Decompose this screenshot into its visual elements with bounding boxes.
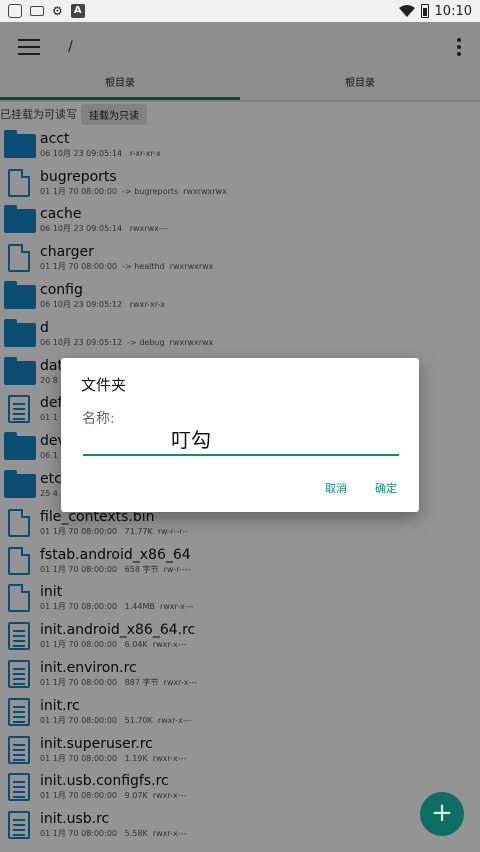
cancel-button[interactable]: 取消: [325, 480, 347, 496]
status-time: 10:10: [434, 3, 472, 19]
app-icon: ⚙: [52, 4, 63, 18]
square-icon: [8, 4, 22, 18]
wifi-icon: [398, 5, 415, 17]
add-fab-button[interactable]: +: [420, 792, 464, 836]
battery-icon: [420, 4, 429, 18]
a-icon: A: [70, 4, 85, 18]
confirm-button[interactable]: 确定: [375, 480, 397, 496]
dialog-title: 文件夹: [81, 376, 127, 394]
new-folder-dialog: 文件夹 名称: 取消 确定: [61, 358, 419, 512]
keyboard-icon: [30, 6, 44, 16]
status-bar: ⚙ A 10:10: [0, 0, 480, 22]
folder-name-input[interactable]: [83, 418, 399, 456]
